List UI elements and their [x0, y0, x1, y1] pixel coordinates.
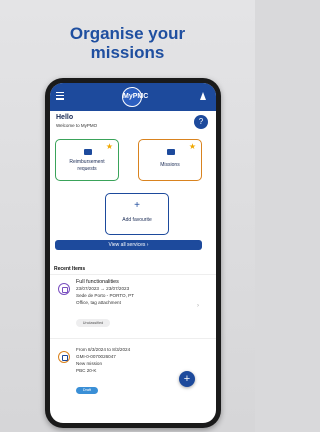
divider	[50, 338, 216, 339]
headline-line-1: Organise your	[69, 24, 186, 43]
menu-icon[interactable]	[56, 92, 64, 100]
divider	[50, 274, 216, 275]
recent-item-dates[interactable]: From 8/3/2024 to 8/3/2024	[76, 347, 130, 353]
status-badge: Unclassified	[76, 319, 110, 327]
missions-card[interactable]: ★ Missions	[138, 139, 202, 181]
app-top-bar: MyPMC	[50, 83, 216, 111]
recent-item-ref: PBC 20-K	[76, 368, 97, 373]
notification-bell-icon[interactable]	[200, 92, 206, 100]
briefcase-icon	[167, 149, 175, 155]
recent-item-id: GMI-0-0070026047	[76, 354, 116, 359]
recent-item-location: Sede de Porto - PORTO, PT	[76, 293, 135, 298]
view-all-services-button[interactable]: View all services ›	[55, 240, 202, 250]
recent-item-detail: Office, tag attachment	[76, 300, 121, 305]
chevron-right-icon[interactable]: ›	[197, 303, 199, 309]
document-icon	[58, 283, 70, 295]
app-logo: MyPMC	[122, 87, 148, 107]
reimbursement-requests-card[interactable]: ★ Reimbursement requests	[55, 139, 119, 181]
status-badge: Draft	[76, 387, 98, 394]
floating-add-button[interactable]: +	[179, 371, 195, 387]
recent-items-heading: Recent Items	[54, 266, 86, 272]
missions-label: Missions	[160, 162, 180, 168]
greeting-subtitle: Welcome to MyPMO	[56, 123, 98, 128]
reimbursement-label-line-1: Reimbursement	[69, 159, 105, 165]
reimbursement-label-line-2: requests	[77, 166, 97, 172]
add-favourite-card[interactable]: + Add favourite	[105, 193, 169, 235]
briefcase-icon	[58, 351, 70, 363]
briefcase-icon	[84, 149, 92, 155]
phone-screen: MyPMC Hello Welcome to MyPMO ? ★ Reimbur…	[50, 83, 216, 423]
favourite-star-icon[interactable]: ★	[189, 143, 196, 151]
headline-line-2: missions	[90, 43, 165, 62]
help-icon[interactable]: ?	[194, 115, 208, 129]
greeting-title: Hello	[56, 114, 74, 121]
add-favourite-label: Add favourite	[122, 217, 152, 223]
recent-item-dates: 23/07/2023 → 23/07/2023	[76, 286, 130, 291]
recent-item-type: New mission	[76, 361, 103, 366]
plus-icon: +	[134, 200, 140, 211]
recent-item-title[interactable]: Full functionalities	[76, 279, 119, 285]
favourite-star-icon[interactable]: ★	[106, 143, 113, 151]
